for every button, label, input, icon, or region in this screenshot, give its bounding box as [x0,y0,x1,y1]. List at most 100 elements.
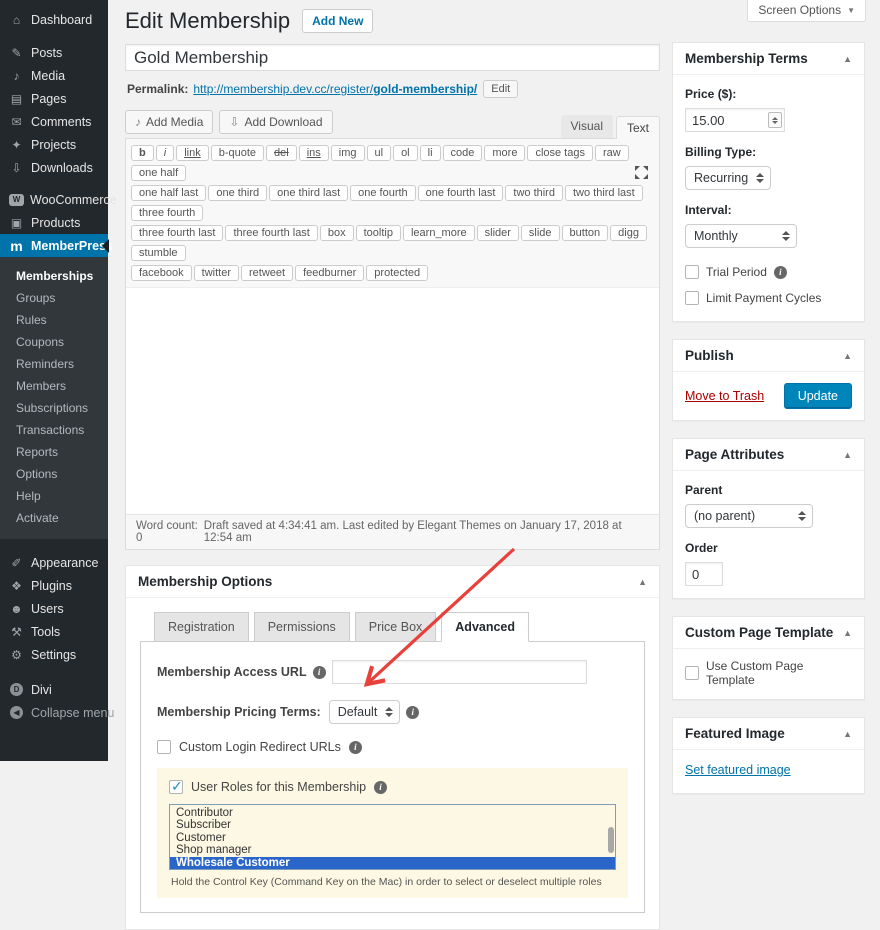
trial-period-checkbox[interactable] [685,265,699,279]
quicktag-button[interactable]: code [443,145,483,161]
order-input[interactable] [685,562,723,586]
add-media-button[interactable]: ♪ Add Media [125,110,213,134]
role-option[interactable]: Shop manager [170,844,615,856]
quicktag-button[interactable]: one fourth last [418,185,504,201]
sidebar-item-pages[interactable]: ▤ Pages [0,87,108,110]
sidebar-submenu-item[interactable]: Reminders [0,353,108,375]
sidebar-submenu-item[interactable]: Help [0,485,108,507]
quicktag-button[interactable]: digg [610,225,647,241]
info-icon[interactable]: i [374,781,387,794]
publish-header[interactable]: Publish ▲ [673,340,864,372]
sidebar-item-woocommerce[interactable]: W WooCommerce [0,188,108,211]
sidebar-submenu-item[interactable]: Reports [0,441,108,463]
sidebar-item-products[interactable]: ▣ Products [0,211,108,234]
sidebar-item-appearance[interactable]: ✐ Appearance [0,551,108,574]
sidebar-item-memberpress[interactable]: m MemberPress [0,234,108,257]
role-option[interactable]: Subscriber [170,819,615,831]
sidebar-submenu-item[interactable]: Memberships [0,265,108,287]
quicktag-button[interactable]: one half last [131,185,206,201]
collapse-toggle-icon[interactable]: ▲ [843,54,852,64]
user-roles-checkbox[interactable]: ✓ [169,780,183,794]
listbox-scrollbar[interactable] [607,807,614,867]
quicktag-button[interactable]: protected [366,265,428,281]
sidebar-item-collapse-menu[interactable]: ◀ Collapse menu [0,701,108,724]
role-option[interactable]: Contributor [170,807,615,819]
quicktag-button[interactable]: li [420,145,441,161]
add-new-button[interactable]: Add New [302,9,373,33]
info-icon[interactable]: i [349,741,362,754]
quicktag-button[interactable]: raw [595,145,629,161]
use-custom-template-checkbox[interactable] [685,666,699,680]
quicktag-button[interactable]: two third [505,185,563,201]
quicktag-button[interactable]: ul [367,145,392,161]
sidebar-item-media[interactable]: ♪ Media [0,64,108,87]
permalink-link[interactable]: http://membership.dev.cc/register/gold-m… [193,82,477,96]
quicktag-button[interactable]: del [266,145,297,161]
sidebar-submenu-item[interactable]: Activate [0,507,108,529]
info-icon[interactable]: i [774,266,787,279]
membership-terms-header[interactable]: Membership Terms ▲ [673,43,864,75]
sidebar-item-plugins[interactable]: ❖ Plugins [0,574,108,597]
sidebar-item-downloads[interactable]: ⇩ Downloads [0,156,108,179]
sidebar-item-projects[interactable]: ✦ Projects [0,133,108,156]
featured-image-header[interactable]: Featured Image ▲ [673,718,864,750]
sidebar-item-tools[interactable]: ⚒ Tools [0,620,108,643]
quicktag-button[interactable]: twitter [194,265,239,281]
quicktag-button[interactable]: more [484,145,525,161]
sidebar-item-divi[interactable]: D Divi [0,678,108,701]
set-featured-image-link[interactable]: Set featured image [685,763,791,777]
custom-login-checkbox[interactable] [157,740,171,754]
limit-cycles-checkbox[interactable] [685,291,699,305]
move-to-trash-link[interactable]: Move to Trash [685,389,764,403]
quicktag-button[interactable]: ol [393,145,418,161]
collapse-toggle-icon[interactable]: ▲ [843,628,852,638]
collapse-toggle-icon[interactable]: ▲ [638,577,647,587]
fullscreen-icon[interactable] [634,165,649,180]
sidebar-submenu-item[interactable]: Transactions [0,419,108,441]
quicktag-button[interactable]: b-quote [211,145,264,161]
editor-content-area[interactable] [126,288,659,514]
quicktag-button[interactable]: one fourth [350,185,416,201]
membership-options-tab[interactable]: Price Box [355,612,437,642]
sidebar-item-dashboard[interactable]: ⌂ Dashboard [0,8,108,31]
collapse-toggle-icon[interactable]: ▲ [843,729,852,739]
custom-page-template-header[interactable]: Custom Page Template ▲ [673,617,864,649]
quicktag-button[interactable]: button [562,225,609,241]
role-option[interactable]: Wholesale Customer [170,857,615,869]
quicktag-button[interactable]: img [331,145,365,161]
quicktag-button[interactable]: one third last [269,185,348,201]
tab-visual[interactable]: Visual [561,115,613,138]
tab-text[interactable]: Text [616,116,660,139]
interval-select[interactable]: Monthly [685,224,797,248]
permalink-edit-button[interactable]: Edit [483,80,518,98]
sidebar-submenu-item[interactable]: Members [0,375,108,397]
quicktag-button[interactable]: one third [208,185,267,201]
quicktag-button[interactable]: i [156,145,174,161]
pricing-terms-select[interactable]: Default [329,700,401,724]
scrollbar-thumb[interactable] [608,827,614,852]
sidebar-submenu-item[interactable]: Coupons [0,331,108,353]
sidebar-submenu-item[interactable]: Groups [0,287,108,309]
screen-options-button[interactable]: Screen Options ▼ [747,0,866,22]
parent-select[interactable]: (no parent) [685,504,813,528]
quicktag-button[interactable]: stumble [131,245,186,261]
info-icon[interactable]: i [313,666,326,679]
quicktag-button[interactable]: slider [477,225,519,241]
collapse-toggle-icon[interactable]: ▲ [843,351,852,361]
collapse-toggle-icon[interactable]: ▲ [843,450,852,460]
quicktag-button[interactable]: ins [299,145,329,161]
page-attributes-header[interactable]: Page Attributes ▲ [673,439,864,471]
access-url-input[interactable] [332,660,587,684]
info-icon[interactable]: i [406,706,419,719]
number-stepper-icon[interactable] [768,112,782,128]
role-option[interactable]: Customer [170,832,615,844]
billing-type-select[interactable]: Recurring [685,166,771,190]
sidebar-submenu-item[interactable]: Options [0,463,108,485]
membership-options-tab[interactable]: Advanced [441,612,529,642]
sidebar-item-posts[interactable]: ✎ Posts [0,41,108,64]
quicktag-button[interactable]: three fourth [131,205,203,221]
quicktag-button[interactable]: learn_more [403,225,475,241]
quicktag-button[interactable]: box [320,225,354,241]
quicktag-button[interactable]: feedburner [295,265,364,281]
user-roles-listbox[interactable]: ContributorSubscriberCustomerShop manage… [169,804,616,870]
